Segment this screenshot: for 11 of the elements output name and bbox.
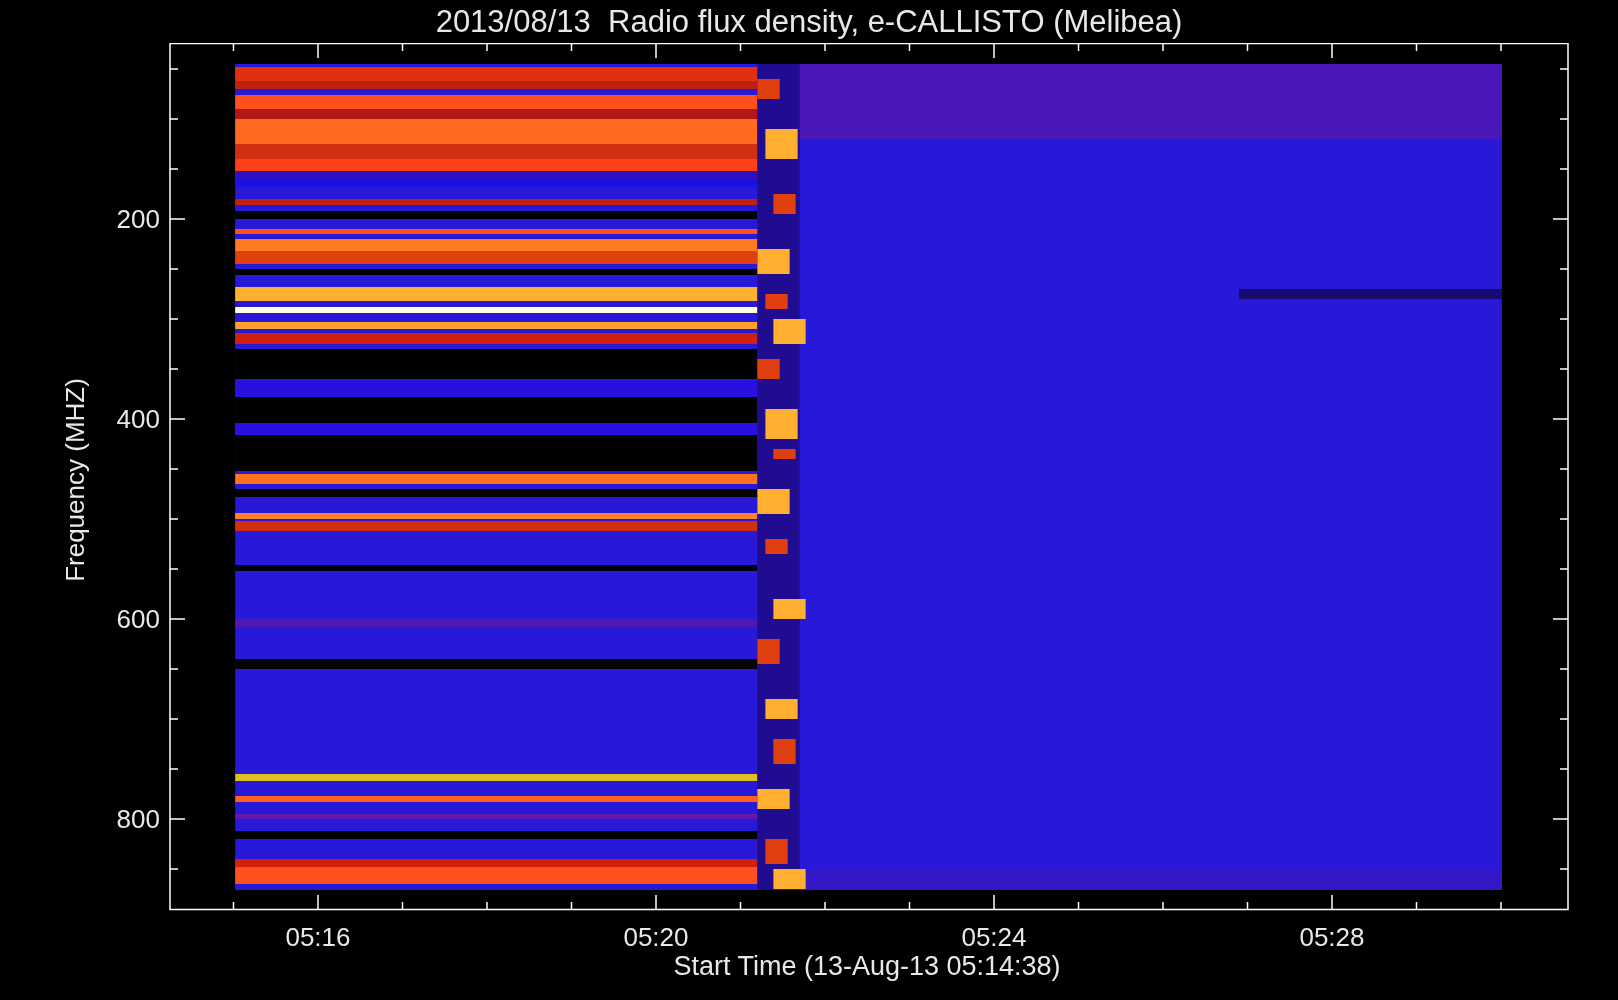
- y-tick-label: 600: [116, 604, 160, 634]
- x-tick-label: 05:20: [623, 922, 689, 952]
- y-tick-label: 400: [116, 404, 160, 434]
- x-tick-label: 05:24: [961, 922, 1027, 952]
- y-tick-label: 800: [116, 804, 160, 834]
- plot-title: 2013/08/13 Radio flux density, e-CALLISTO (Melibea): [435, 6, 1183, 37]
- x-tick-label: 05:16: [285, 922, 351, 952]
- x-tick-label: 05:28: [1299, 922, 1365, 952]
- x-axis-title: Start Time (13-Aug-13 05:14:38): [673, 951, 1061, 981]
- y-tick-label: 200: [116, 204, 160, 234]
- y-axis-title: Frequency (MHZ): [60, 378, 90, 582]
